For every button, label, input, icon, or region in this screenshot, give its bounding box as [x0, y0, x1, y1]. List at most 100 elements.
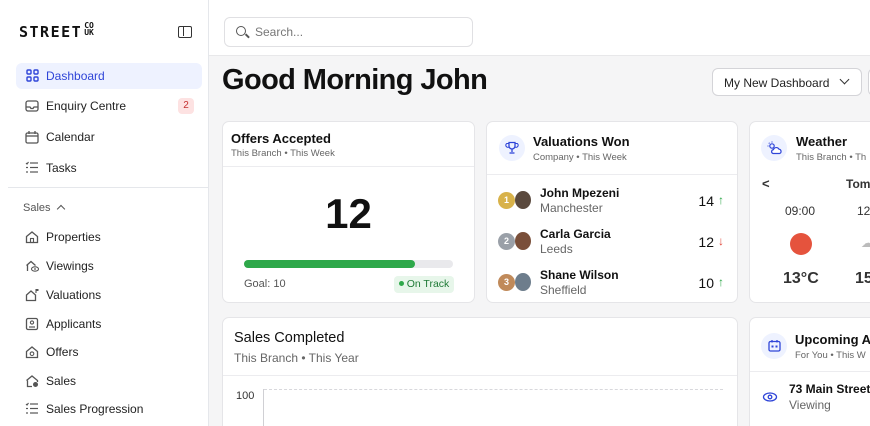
sidebar-item-sales[interactable]: Sales — [16, 368, 202, 394]
sidebar-item-enquiry-centre[interactable]: Enquiry Centre 2 — [16, 93, 202, 119]
status-badge: On Track — [394, 276, 454, 293]
sidebar-item-dashboard[interactable]: Dashboard — [16, 63, 202, 89]
sidebar-item-label: Dashboard — [46, 69, 105, 83]
sidebar-item-label: Viewings — [46, 259, 94, 273]
avatar — [515, 232, 531, 250]
rank-badge: 1 — [498, 192, 515, 209]
sidebar-item-valuations[interactable]: Valuations — [16, 282, 202, 308]
rank-badge: 3 — [498, 274, 515, 291]
offers-goal: Goal: 10 — [244, 278, 286, 290]
sidebar-divider — [8, 187, 208, 188]
sidebar-item-label: Offers — [46, 345, 79, 359]
trend-down-icon: ↓ — [718, 234, 724, 248]
sidebar: STREET CO UK Dashboard Enquiry Centre 2 Ca… — [0, 0, 209, 426]
page-title: Good Morning John — [222, 64, 488, 96]
card-header-divider — [750, 371, 870, 372]
person-name: John Mpezeni — [540, 186, 620, 200]
dashboard-select[interactable]: My New Dashboard — [712, 68, 862, 96]
sidebar-item-calendar[interactable]: Calendar — [16, 124, 202, 150]
sidebar-item-tasks[interactable]: Tasks — [16, 155, 202, 181]
id-card-icon — [25, 317, 39, 331]
sales-chart-area — [263, 389, 723, 426]
house-icon — [25, 230, 39, 244]
search-input[interactable] — [255, 24, 465, 40]
eye-house-icon — [25, 259, 40, 273]
card-subtitle: This Branch • Th — [796, 152, 867, 163]
offers-count: 12 — [325, 190, 372, 237]
house-check-icon — [25, 374, 39, 388]
sidebar-item-label: Sales — [46, 374, 77, 388]
top-bar — [209, 0, 870, 56]
appointment-address: 73 Main Street — [789, 382, 870, 396]
card-title: Upcoming Ap — [795, 332, 870, 347]
person-location: Sheffield — [540, 283, 587, 297]
cloud-icon: ☁ — [861, 236, 870, 250]
offers-progress-bar — [244, 260, 453, 268]
card-title: Weather — [796, 134, 848, 149]
grid-icon — [25, 69, 39, 83]
valuation-score: 12 — [698, 234, 714, 250]
sidebar-item-label: Enquiry Centre — [46, 99, 127, 113]
house-flag-icon — [25, 288, 39, 302]
status-dot — [398, 281, 404, 286]
card-subtitle: Company • This Week — [533, 152, 627, 163]
enquiry-count-badge: 2 — [178, 98, 194, 114]
sidebar-item-label: Sales Progression — [46, 402, 144, 416]
calendar-icon — [25, 130, 39, 144]
brand-suffix: CO UK — [84, 22, 94, 37]
calendar-icon — [761, 333, 787, 359]
sidebar-item-viewings[interactable]: Viewings — [16, 253, 202, 279]
chevron-down-icon — [839, 74, 850, 85]
eye-icon — [762, 390, 778, 402]
brand-suffix-bottom: UK — [84, 28, 94, 37]
person-name: Shane Wilson — [540, 268, 619, 282]
trophy-icon — [499, 135, 525, 161]
card-header-divider — [223, 375, 737, 376]
card-subtitle: This Branch • This Week — [231, 148, 335, 159]
sidebar-collapse-icon[interactable] — [178, 26, 192, 38]
sidebar-item-label: Properties — [46, 230, 101, 244]
weather-day-label: Tom — [846, 177, 870, 191]
sidebar-item-properties[interactable]: Properties — [16, 224, 202, 250]
weather-time: 12 — [857, 204, 870, 218]
card-header-divider — [223, 166, 474, 167]
weather-icon — [761, 135, 787, 161]
rank-badge: 2 — [498, 233, 515, 250]
dashboard-select-value: My New Dashboard — [724, 76, 830, 90]
person-name: Carla Garcia — [540, 227, 611, 241]
offers-progress-fill — [244, 260, 416, 268]
weather-temp: 13°C — [783, 270, 819, 287]
sidebar-item-label: Tasks — [46, 161, 77, 175]
person-location: Manchester — [540, 201, 603, 215]
brand-logo[interactable]: STREET CO UK — [19, 22, 94, 42]
person-location: Leeds — [540, 242, 573, 256]
weather-time: 09:00 — [785, 204, 816, 218]
status-label: On Track — [406, 278, 450, 290]
search-box[interactable] — [224, 17, 473, 47]
avatar — [515, 191, 531, 209]
list-icon — [25, 161, 39, 175]
progress-list-icon — [25, 402, 39, 416]
card-subtitle: This Branch • This Year — [234, 351, 359, 365]
sidebar-item-label: Applicants — [46, 317, 102, 331]
search-icon — [236, 26, 246, 36]
avatar — [515, 273, 531, 291]
sidebar-item-label: Valuations — [46, 288, 102, 302]
sidebar-item-label: Calendar — [46, 130, 95, 144]
sidebar-item-sales-progression[interactable]: Sales Progression — [16, 396, 202, 422]
sidebar-item-offers[interactable]: Offers — [16, 339, 202, 365]
card-title: Sales Completed — [234, 330, 345, 346]
chart-gridline — [264, 389, 723, 390]
sun-icon — [790, 233, 812, 255]
card-title: Offers Accepted — [231, 131, 331, 146]
sidebar-item-applicants[interactable]: Applicants — [16, 311, 202, 337]
house-offer-icon — [25, 345, 39, 359]
appointment-type: Viewing — [789, 398, 831, 412]
chevron-up-icon — [56, 204, 65, 214]
weather-prev-button[interactable]: < — [762, 176, 770, 191]
card-header-divider — [487, 174, 737, 175]
section-title: Sales — [23, 202, 51, 214]
valuation-score: 10 — [698, 275, 714, 291]
card-title: Valuations Won — [533, 134, 630, 149]
sidebar-section-sales[interactable]: Sales — [23, 202, 65, 214]
